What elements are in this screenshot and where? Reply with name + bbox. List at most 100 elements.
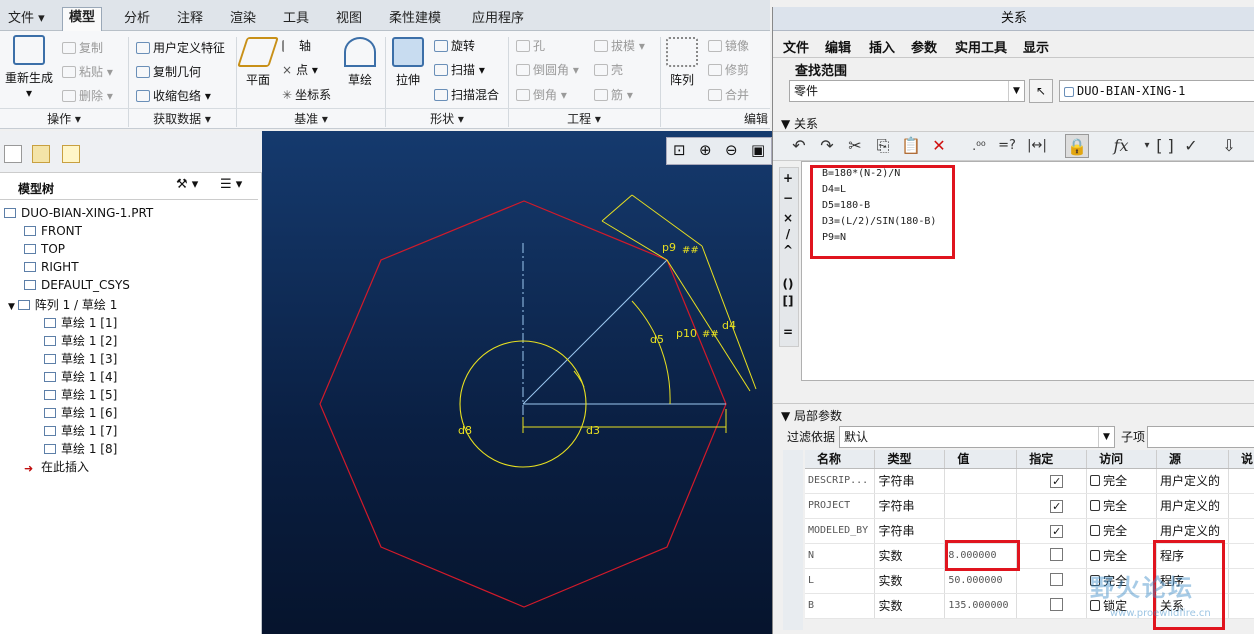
designate-checkbox[interactable]: ✓: [1050, 524, 1064, 538]
column-header[interactable]: 值: [944, 450, 1018, 469]
tree-item[interactable]: DUO-BIAN-XING-1.PRT: [4, 206, 153, 220]
operator-button[interactable]: /: [781, 227, 795, 241]
menu-item[interactable]: 显示: [1023, 37, 1049, 56]
mirror-button[interactable]: 镜像: [708, 37, 749, 54]
operator-button[interactable]: =: [781, 325, 795, 339]
operator-button[interactable]: −: [781, 191, 795, 205]
column-header[interactable]: 访问: [1086, 450, 1157, 469]
column-header[interactable]: 类型: [874, 450, 946, 469]
brackets-icon[interactable]: [ ]: [1153, 134, 1177, 158]
plane-button[interactable]: 平面: [237, 37, 279, 88]
tab-model[interactable]: 模型: [62, 7, 103, 32]
merge-button[interactable]: 合并: [708, 86, 749, 103]
designate-checkbox[interactable]: [1050, 597, 1064, 611]
trim-button[interactable]: 修剪: [708, 61, 749, 78]
revolve-button[interactable]: 旋转: [434, 37, 475, 54]
tree-item[interactable]: 草绘 1 [1]: [44, 314, 117, 331]
draft-button[interactable]: 拔模 ▾: [594, 37, 645, 54]
group-datum[interactable]: 基准 ▾: [236, 108, 386, 128]
filter-select[interactable]: 默认 ▼: [839, 426, 1115, 448]
menu-item[interactable]: 插入: [869, 37, 895, 56]
tree-item[interactable]: TOP: [24, 242, 65, 256]
point-button[interactable]: × 点 ▾: [282, 61, 318, 78]
tree-item[interactable]: RIGHT: [24, 260, 79, 274]
menu-item[interactable]: 实用工具: [955, 37, 1007, 56]
cell-value[interactable]: 135.000000: [948, 600, 1008, 611]
delete-icon[interactable]: ✕: [927, 134, 951, 158]
operator-button[interactable]: (): [781, 277, 795, 291]
sweep-button[interactable]: 扫描 ▾: [434, 61, 485, 78]
round-button[interactable]: 倒圆角 ▾: [516, 61, 579, 78]
cut-icon[interactable]: ✂: [843, 134, 867, 158]
undo-icon[interactable]: ↶: [787, 134, 811, 158]
tab-annotate[interactable]: 注释: [171, 9, 209, 31]
tab-applications[interactable]: 应用程序: [466, 9, 530, 31]
decimal-icon[interactable]: .⁰⁰: [967, 134, 991, 158]
operator-button[interactable]: +: [781, 171, 795, 185]
operator-button[interactable]: []: [781, 294, 795, 308]
scope-select[interactable]: 零件 ▼: [789, 80, 1025, 102]
paste-button[interactable]: 粘贴 ▾: [62, 63, 113, 80]
operator-button[interactable]: ×: [781, 211, 795, 225]
hole-button[interactable]: 孔: [516, 37, 545, 54]
designate-checkbox[interactable]: [1050, 572, 1064, 586]
tree-item[interactable]: ▼ 阵列 1 / 草绘 1: [8, 296, 117, 313]
tree-item[interactable]: 草绘 1 [5]: [44, 386, 117, 403]
tab-flexible-modeling[interactable]: 柔性建模: [383, 9, 447, 31]
swept-blend-button[interactable]: 扫描混合: [434, 86, 499, 103]
copy-button[interactable]: 复制: [62, 39, 103, 56]
sketch-button[interactable]: 草绘: [342, 37, 378, 88]
select-pointer-icon[interactable]: ↖: [1029, 79, 1053, 103]
pattern-button[interactable]: 阵列: [664, 37, 700, 88]
graphics-area[interactable]: ⊡ ⊕ ⊖ ▣ p9 ## p10 ## d4 d5 d3 d8: [262, 131, 772, 634]
evaluate-icon[interactable]: =?: [995, 134, 1019, 158]
table-row[interactable]: PROJECT 字符串 ✓ 完全 用户定义的: [805, 493, 1254, 519]
copy-geometry-button[interactable]: 复制几何: [136, 63, 201, 80]
file-tab[interactable]: 文件 ▾: [2, 9, 51, 31]
verify-icon[interactable]: ✓: [1179, 134, 1203, 158]
regenerate-button[interactable]: 重新生成 ▾: [4, 35, 54, 100]
tree-item[interactable]: 草绘 1 [8]: [44, 440, 117, 457]
designate-checkbox[interactable]: [1050, 547, 1064, 561]
shrinkwrap-button[interactable]: 收缩包络 ▾: [136, 87, 211, 104]
table-row[interactable]: DESCRIP... 字符串 ✓ 完全 用户定义的: [805, 468, 1254, 494]
tree-item[interactable]: FRONT: [24, 224, 82, 238]
menu-item[interactable]: 参数: [911, 37, 937, 56]
tree-item[interactable]: ➜ 在此插入: [24, 458, 89, 475]
tab-view[interactable]: 视图: [330, 9, 368, 31]
menu-item[interactable]: 文件: [783, 37, 809, 56]
column-header[interactable]: 源: [1156, 450, 1229, 469]
expand-icon[interactable]: ▼: [8, 302, 18, 312]
model-tree-tab-icon[interactable]: [4, 145, 22, 163]
tree-item[interactable]: 草绘 1 [6]: [44, 404, 117, 421]
tree-item[interactable]: 草绘 1 [4]: [44, 368, 117, 385]
delete-button[interactable]: 删除 ▾: [62, 87, 113, 104]
group-shapes[interactable]: 形状 ▾: [386, 108, 508, 128]
designate-checkbox[interactable]: ✓: [1050, 499, 1064, 513]
tree-item[interactable]: 草绘 1 [2]: [44, 332, 117, 349]
function-icon[interactable]: fx: [1109, 134, 1133, 158]
udf-button[interactable]: 用户定义特征: [136, 39, 225, 56]
tree-filter-icon[interactable]: ☰ ▾: [220, 177, 242, 192]
folder-tab-icon[interactable]: [32, 145, 50, 163]
redo-icon[interactable]: ↷: [815, 134, 839, 158]
cell-value[interactable]: 50.000000: [948, 575, 1002, 586]
column-header[interactable]: 说: [1228, 450, 1254, 469]
tab-analysis[interactable]: 分析: [118, 9, 156, 31]
rib-button[interactable]: 筋 ▾: [594, 86, 633, 103]
sort-icon[interactable]: ⇩: [1217, 134, 1241, 158]
favorites-tab-icon[interactable]: [62, 145, 80, 163]
group-get-data[interactable]: 获取数据 ▾: [128, 108, 236, 128]
operator-button[interactable]: ^: [781, 243, 795, 257]
tree-item[interactable]: 草绘 1 [7]: [44, 422, 117, 439]
paste-icon[interactable]: 📋: [899, 134, 923, 158]
tree-settings-icon[interactable]: ⚒ ▾: [176, 177, 198, 192]
extrude-button[interactable]: 拉伸: [390, 37, 426, 88]
group-operations[interactable]: 操作 ▾: [0, 108, 128, 128]
column-header[interactable]: 指定: [1016, 450, 1088, 469]
column-header[interactable]: 名称: [805, 450, 876, 469]
tree-item[interactable]: 草绘 1 [3]: [44, 350, 117, 367]
csys-button[interactable]: ✳ 坐标系: [282, 86, 331, 103]
shell-button[interactable]: 壳: [594, 61, 623, 78]
tree-item[interactable]: DEFAULT_CSYS: [24, 278, 130, 292]
